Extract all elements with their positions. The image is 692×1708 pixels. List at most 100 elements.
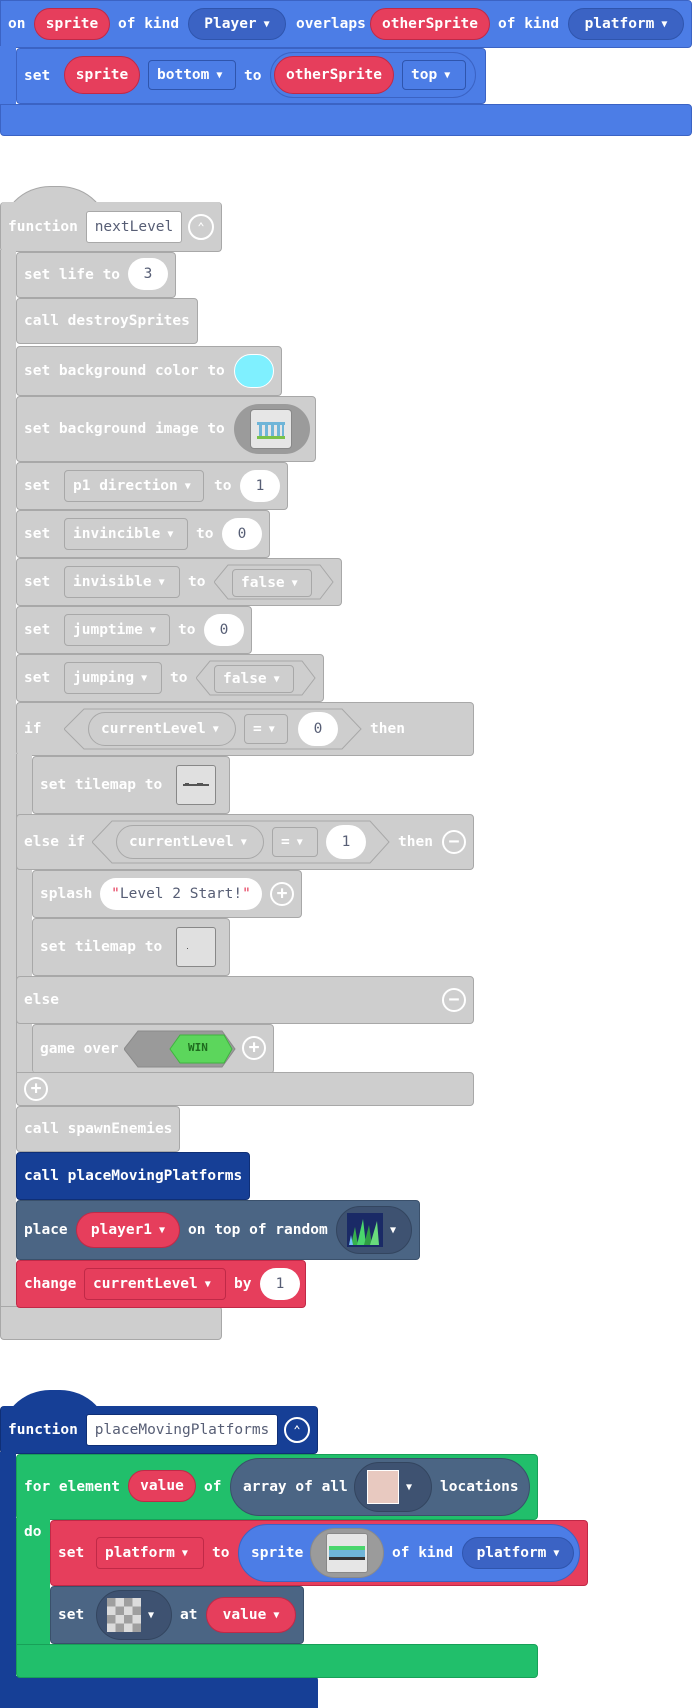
- else-label: else: [24, 992, 59, 1008]
- tilemap-thumbnail-2[interactable]: [176, 927, 216, 967]
- random-tile-dropdown[interactable]: ▼: [336, 1206, 412, 1254]
- tilemap-thumbnail-1[interactable]: [176, 765, 216, 805]
- invincible-value-input[interactable]: 0: [222, 518, 262, 550]
- player1-variable-dropdown[interactable]: player1 ▼: [76, 1212, 180, 1248]
- prop-bottom-dropdown[interactable]: bottom ▼: [148, 60, 236, 90]
- if-operator-dropdown[interactable]: = ▼: [244, 714, 288, 744]
- function-label: function: [8, 219, 78, 235]
- to1-label: to: [214, 478, 232, 494]
- function2-name-field[interactable]: placeMovingPlatforms: [86, 1414, 278, 1446]
- set-label: set: [24, 68, 51, 84]
- grass-tile-icon: [347, 1213, 383, 1247]
- prop-top-dropdown[interactable]: top ▼: [402, 60, 466, 90]
- do-label: do: [24, 1524, 42, 1540]
- if-block-footer: [16, 1072, 474, 1106]
- invincible-dropdown[interactable]: invincible ▼: [64, 518, 188, 550]
- chevron-down-icon: ▼: [167, 528, 174, 540]
- collapse-chevron-icon[interactable]: ⌃: [188, 214, 214, 240]
- at-label: at: [180, 1607, 198, 1623]
- location-tile-dropdown[interactable]: ▼: [354, 1462, 432, 1512]
- invisible-false-dropdown[interactable]: false ▼: [232, 569, 312, 597]
- set-tile-label: set: [58, 1607, 85, 1623]
- chevron-down-icon: ▼: [406, 1481, 413, 1493]
- kind-player-dropdown[interactable]: Player ▼: [188, 8, 286, 40]
- add-else-plus-icon[interactable]: +: [24, 1077, 48, 1101]
- jumptime-value-input[interactable]: 0: [204, 614, 244, 646]
- tilemap-icon: [187, 948, 188, 949]
- platform-variable-dropdown[interactable]: platform ▼: [96, 1537, 204, 1569]
- overlaps-label: overlaps: [296, 16, 366, 32]
- chevron-down-icon: ▼: [291, 577, 298, 589]
- set-life-label: set life to: [24, 267, 121, 283]
- kind-platform-dropdown[interactable]: platform ▼: [568, 8, 684, 40]
- else-block-header[interactable]: [16, 976, 474, 1024]
- set-bg-color-label: set background color to: [24, 363, 225, 379]
- else-if-operator-dropdown[interactable]: = ▼: [272, 827, 318, 857]
- background-color-swatch[interactable]: [234, 354, 274, 388]
- else-if-variable-dropdown[interactable]: currentLevel ▼: [116, 825, 264, 859]
- at-value-variable-dropdown[interactable]: value ▼: [206, 1597, 296, 1633]
- set-platform-label: set: [58, 1545, 85, 1561]
- chevron-down-icon: ▼: [184, 480, 191, 492]
- win-toggle[interactable]: WIN: [188, 1041, 208, 1054]
- loop-value-variable[interactable]: value: [128, 1470, 196, 1502]
- collapse-chevron-icon[interactable]: ⌃: [284, 1417, 310, 1443]
- sprite-kind-platform-dropdown[interactable]: platform ▼: [462, 1537, 574, 1569]
- jumptime-dropdown[interactable]: jumptime ▼: [64, 614, 170, 646]
- function2-label: function: [8, 1422, 78, 1438]
- tile-image-dropdown[interactable]: ▼: [96, 1590, 172, 1640]
- remove-else-minus-icon[interactable]: −: [442, 988, 466, 1012]
- of-label: of: [204, 1479, 222, 1495]
- on-top-random-label: on top of random: [188, 1222, 328, 1238]
- chevron-down-icon: ▼: [273, 1609, 280, 1621]
- game-over-label: game over: [40, 1041, 119, 1057]
- if-value-input[interactable]: 0: [298, 712, 338, 746]
- add-parameter-plus-icon[interactable]: +: [270, 882, 294, 906]
- by-label: by: [234, 1276, 252, 1292]
- jumping-false-dropdown[interactable]: false ▼: [214, 665, 294, 693]
- if-label: if: [24, 721, 42, 737]
- jumping-dropdown[interactable]: jumping ▼: [64, 662, 162, 694]
- invisible-dropdown[interactable]: invisible ▼: [64, 566, 180, 598]
- set-other-sprite-variable[interactable]: otherSprite: [274, 56, 394, 94]
- remove-branch-minus-icon[interactable]: −: [442, 830, 466, 854]
- other-sprite-variable[interactable]: otherSprite: [370, 8, 490, 40]
- set-tilemap-label-2: set tilemap to: [40, 939, 163, 955]
- function-next-level-footer: [0, 1306, 222, 1340]
- chevron-down-icon: ▼: [141, 672, 148, 684]
- function-next-level-body: [0, 250, 16, 1310]
- to-platform-label: to: [212, 1545, 230, 1561]
- p1-direction-value-input[interactable]: 1: [240, 470, 280, 502]
- if-block-left-rail: [16, 754, 32, 1074]
- life-value-input[interactable]: 3: [128, 258, 168, 290]
- then-label: then: [370, 721, 405, 737]
- change-by-value-input[interactable]: 1: [260, 1268, 300, 1300]
- chevron-down-icon: ▼: [444, 69, 451, 81]
- chevron-down-icon: ▼: [212, 723, 219, 735]
- then2-label: then: [398, 834, 433, 850]
- on-label: on: [8, 16, 26, 32]
- p1-direction-dropdown[interactable]: p1 direction ▼: [64, 470, 204, 502]
- to2-label: to: [196, 526, 214, 542]
- chevron-down-icon: ▼: [553, 1547, 560, 1559]
- on-overlap-event-body: [0, 46, 16, 106]
- sprite-variable[interactable]: sprite: [34, 8, 110, 40]
- set1-label: set: [24, 478, 51, 494]
- set-sprite-variable[interactable]: sprite: [64, 56, 140, 94]
- splash-text-input[interactable]: " Level 2 Start! ": [100, 878, 262, 910]
- chevron-down-icon: ▼: [216, 69, 223, 81]
- platform-sprite-thumbnail: [326, 1533, 368, 1573]
- change-variable-dropdown[interactable]: currentLevel ▼: [84, 1268, 226, 1300]
- sprite-image-picker[interactable]: [310, 1528, 384, 1578]
- background-image-thumbnail[interactable]: [250, 409, 292, 449]
- function-name-field[interactable]: nextLevel: [86, 211, 182, 243]
- set-bg-image-label: set background image to: [24, 421, 225, 437]
- call-destroy-label: call destroySprites: [24, 313, 190, 329]
- chevron-down-icon: ▼: [159, 1224, 166, 1236]
- chevron-down-icon: ▼: [390, 1224, 397, 1236]
- if-variable-dropdown[interactable]: currentLevel ▼: [88, 712, 236, 746]
- add-parameter-plus-icon[interactable]: +: [242, 1036, 266, 1060]
- of-kind-label-2: of kind: [498, 16, 560, 32]
- game-over-win-hexagon: [123, 1030, 236, 1068]
- else-if-value-input[interactable]: 1: [326, 825, 366, 859]
